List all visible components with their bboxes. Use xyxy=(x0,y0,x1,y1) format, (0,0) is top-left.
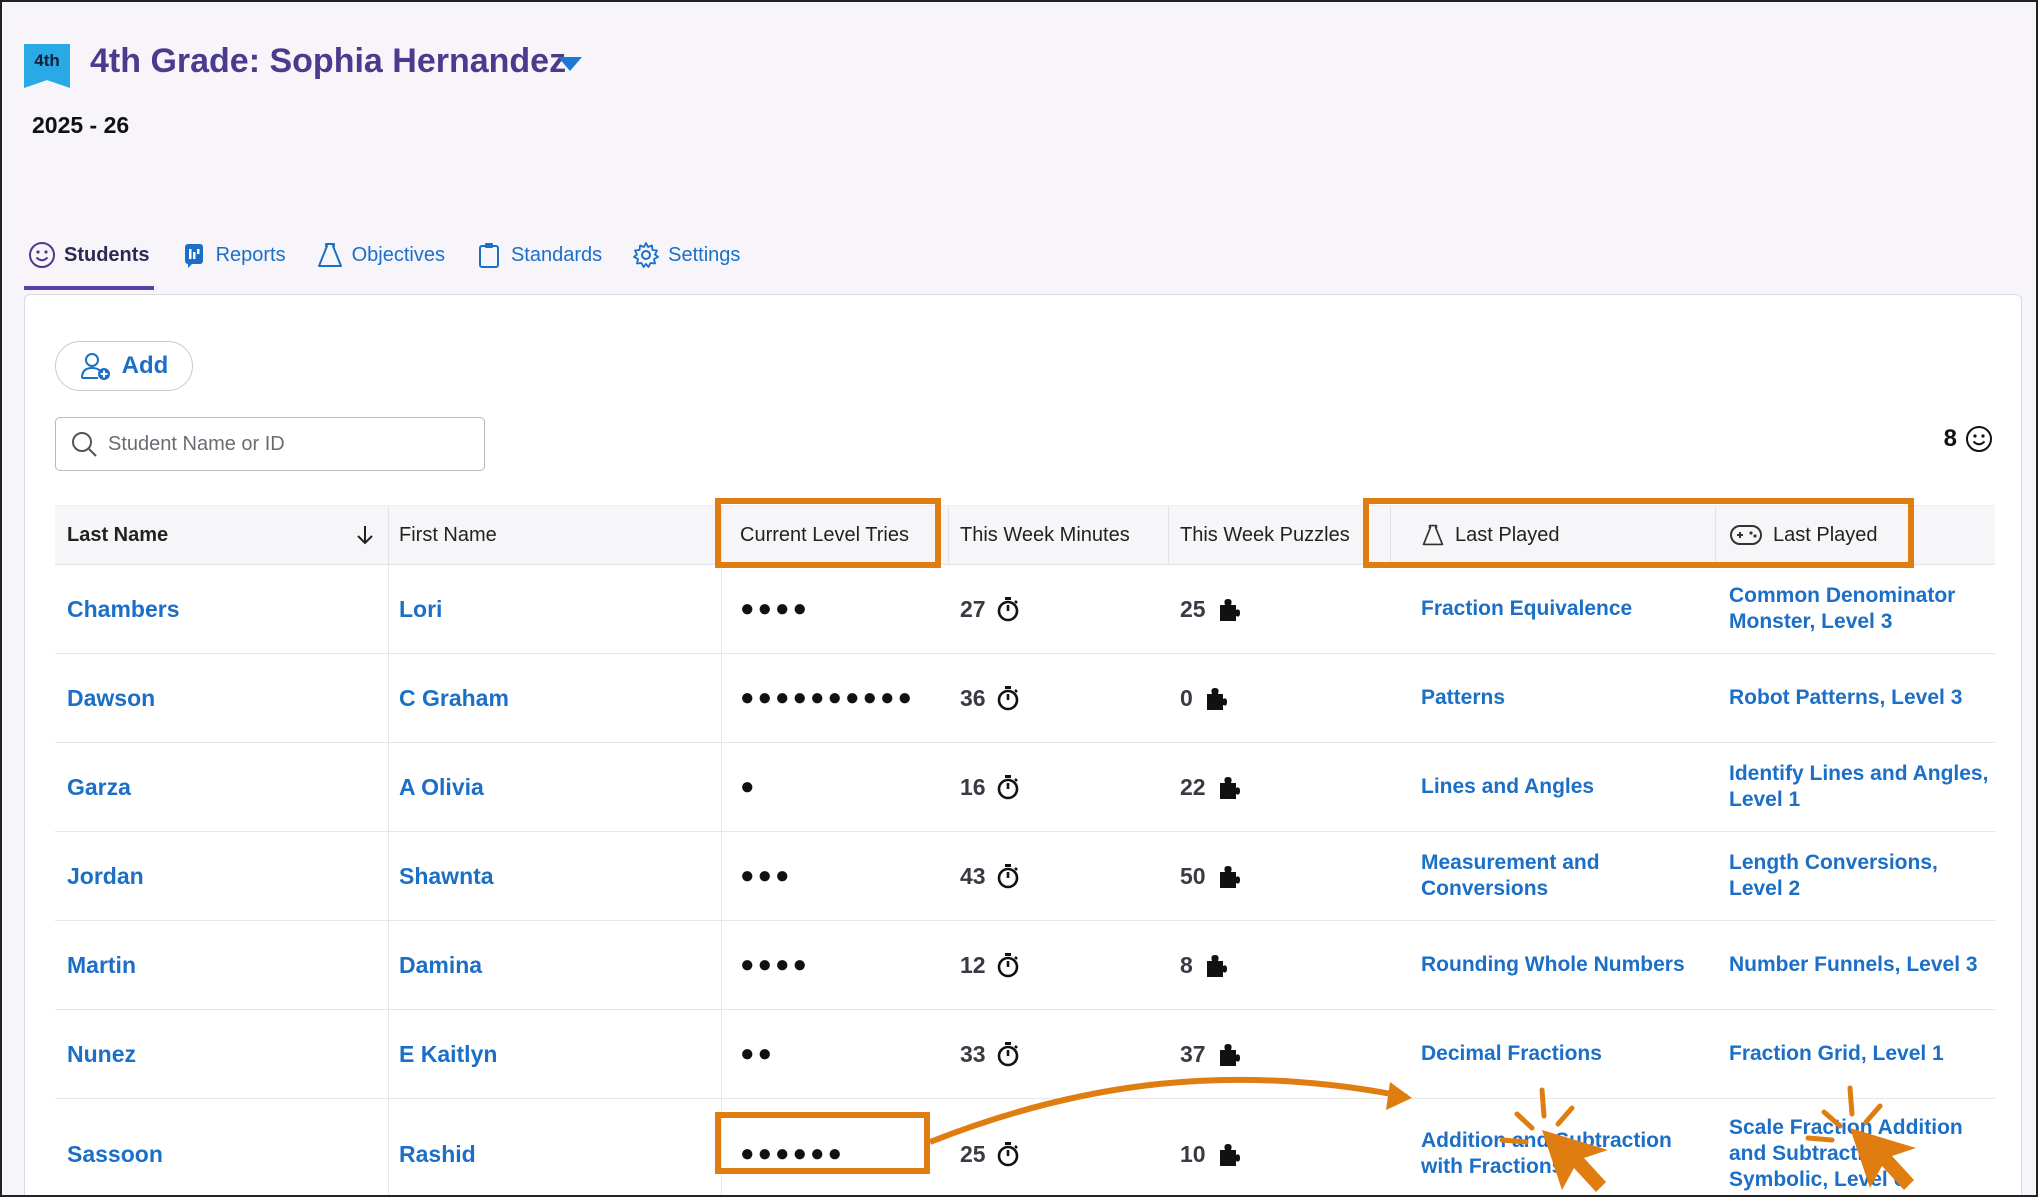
app-frame: 4th 4th Grade: Sophia Hernandez 2025 - 2… xyxy=(0,0,2038,1197)
cursor-pointer-icon xyxy=(1542,1130,1608,1192)
cursor-pointer-icon xyxy=(1850,1128,1916,1190)
annotation-arrowhead xyxy=(1386,1082,1412,1110)
annotation-arrow xyxy=(928,1076,1408,1145)
annotation-overlay xyxy=(928,1076,1916,1192)
click-burst-icon xyxy=(1499,1087,1575,1145)
click-burst-icon xyxy=(1805,1085,1883,1143)
